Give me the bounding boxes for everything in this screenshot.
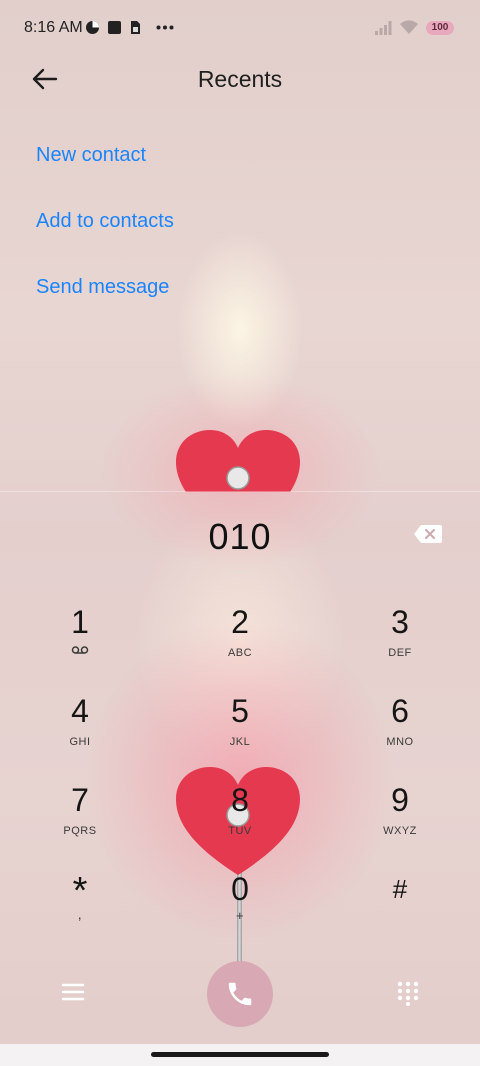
status-bar: 8:16 AM 100 [0, 0, 480, 56]
key-6[interactable]: 6 MNO [345, 693, 455, 773]
backspace-icon[interactable] [413, 524, 443, 544]
status-time: 8:16 AM [24, 19, 83, 36]
key-letters: GHI [69, 736, 91, 748]
battery-badge: 100 [426, 21, 454, 35]
signal-icon [375, 21, 392, 35]
key-digit: 9 [391, 782, 409, 818]
key-hash[interactable]: # [345, 871, 455, 951]
key-letters: , [77, 906, 83, 922]
call-button[interactable] [207, 961, 273, 1027]
key-digit: 2 [231, 604, 249, 640]
key-digit: 4 [71, 693, 89, 729]
key-digit: # [392, 874, 408, 904]
new-contact-link[interactable]: New contact [36, 144, 146, 167]
key-digit: 6 [391, 693, 409, 729]
menu-icon[interactable] [60, 980, 86, 1004]
key-letters: DEF [388, 647, 412, 659]
voicemail-icon [71, 646, 89, 654]
key-8[interactable]: 8 TUV [185, 782, 295, 862]
phone-icon [228, 982, 252, 1006]
stop-square-icon [108, 21, 121, 34]
key-letters: + [235, 908, 245, 923]
key-letters: PQRS [63, 825, 97, 837]
key-digit: * [72, 870, 88, 912]
key-digit: 1 [71, 604, 89, 640]
dialpad-icon[interactable] [395, 980, 421, 1006]
key-7[interactable]: 7 PQRS [25, 782, 135, 862]
key-3[interactable]: 3 DEF [345, 604, 455, 684]
send-message-link[interactable]: Send message [36, 276, 169, 299]
key-2[interactable]: 2 ABC [185, 604, 295, 684]
key-letters: MNO [386, 736, 414, 748]
key-letters: TUV [228, 825, 252, 837]
key-5[interactable]: 5 JKL [185, 693, 295, 773]
key-letters: JKL [229, 736, 251, 748]
page-title: Recents [197, 66, 283, 92]
key-digit: 3 [391, 604, 409, 640]
sim-card-icon [131, 21, 140, 34]
key-1[interactable]: 1 [25, 604, 135, 684]
home-indicator[interactable] [151, 1052, 329, 1057]
key-9[interactable]: 9 WXYZ [345, 782, 455, 862]
key-digit: 7 [71, 782, 89, 818]
key-letters: ABC [227, 647, 253, 659]
key-star[interactable]: * , [25, 871, 135, 951]
more-dots-icon [156, 25, 174, 30]
key-digit: 0 [231, 871, 249, 907]
key-0[interactable]: 0 + [185, 871, 295, 951]
add-to-contacts-link[interactable]: Add to contacts [36, 210, 174, 233]
data-saver-icon [86, 21, 99, 34]
wifi-icon [400, 20, 418, 34]
dialed-number: 010 [208, 516, 272, 557]
key-digit: 5 [231, 693, 249, 729]
key-digit: 8 [231, 782, 249, 818]
key-4[interactable]: 4 GHI [25, 693, 135, 773]
key-letters: WXYZ [383, 825, 417, 837]
